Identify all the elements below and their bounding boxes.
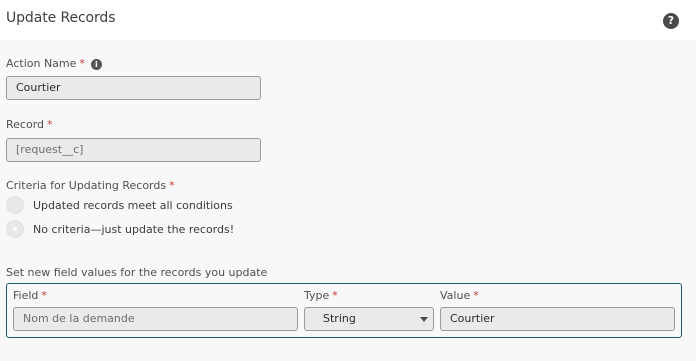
required-marker: * [473,289,479,302]
info-icon[interactable]: i [90,59,102,70]
type-column-label: Type * [304,289,338,302]
radio-all-conditions-label[interactable]: Updated records meet all conditions [33,199,233,212]
required-marker: * [332,289,338,302]
type-select-value: String [323,312,356,325]
criteria-label: Criteria for Updating Records * [6,179,175,192]
field-input[interactable]: Nom de la demande [13,307,298,331]
action-name-label: Action Name * i [6,57,102,70]
action-name-label-text: Action Name [6,57,77,70]
required-marker: * [41,289,47,302]
record-label-text: Record [6,118,45,131]
field-column-label: Field * [13,289,47,302]
radio-no-criteria-label[interactable]: No criteria—just update the records! [33,223,234,236]
value-column-label: Value * [440,289,479,302]
record-label: Record * [6,118,53,131]
field-values-section-label: Set new field values for the records you… [6,266,268,279]
criteria-label-text: Criteria for Updating Records [6,179,167,192]
value-input[interactable]: Courtier [440,307,675,331]
help-icon[interactable]: ? [663,13,679,29]
action-name-input[interactable]: Courtier [6,76,261,100]
required-marker: * [79,57,85,70]
type-column-label-text: Type [304,289,330,302]
field-value-row: Field * Nom de la demande Type * String Va… [6,283,682,338]
header-bar: Update Records ? [0,0,696,40]
value-column-label-text: Value [440,289,471,302]
radio-no-criteria[interactable] [6,220,24,238]
record-input[interactable]: [request__c] [6,138,261,162]
field-column-label-text: Field [13,289,39,302]
page-title: Update Records [6,10,116,26]
radio-all-conditions[interactable] [6,196,24,214]
required-marker: * [47,118,53,131]
type-select[interactable]: String [304,307,434,331]
required-marker: * [169,179,175,192]
chevron-down-icon [420,317,428,322]
